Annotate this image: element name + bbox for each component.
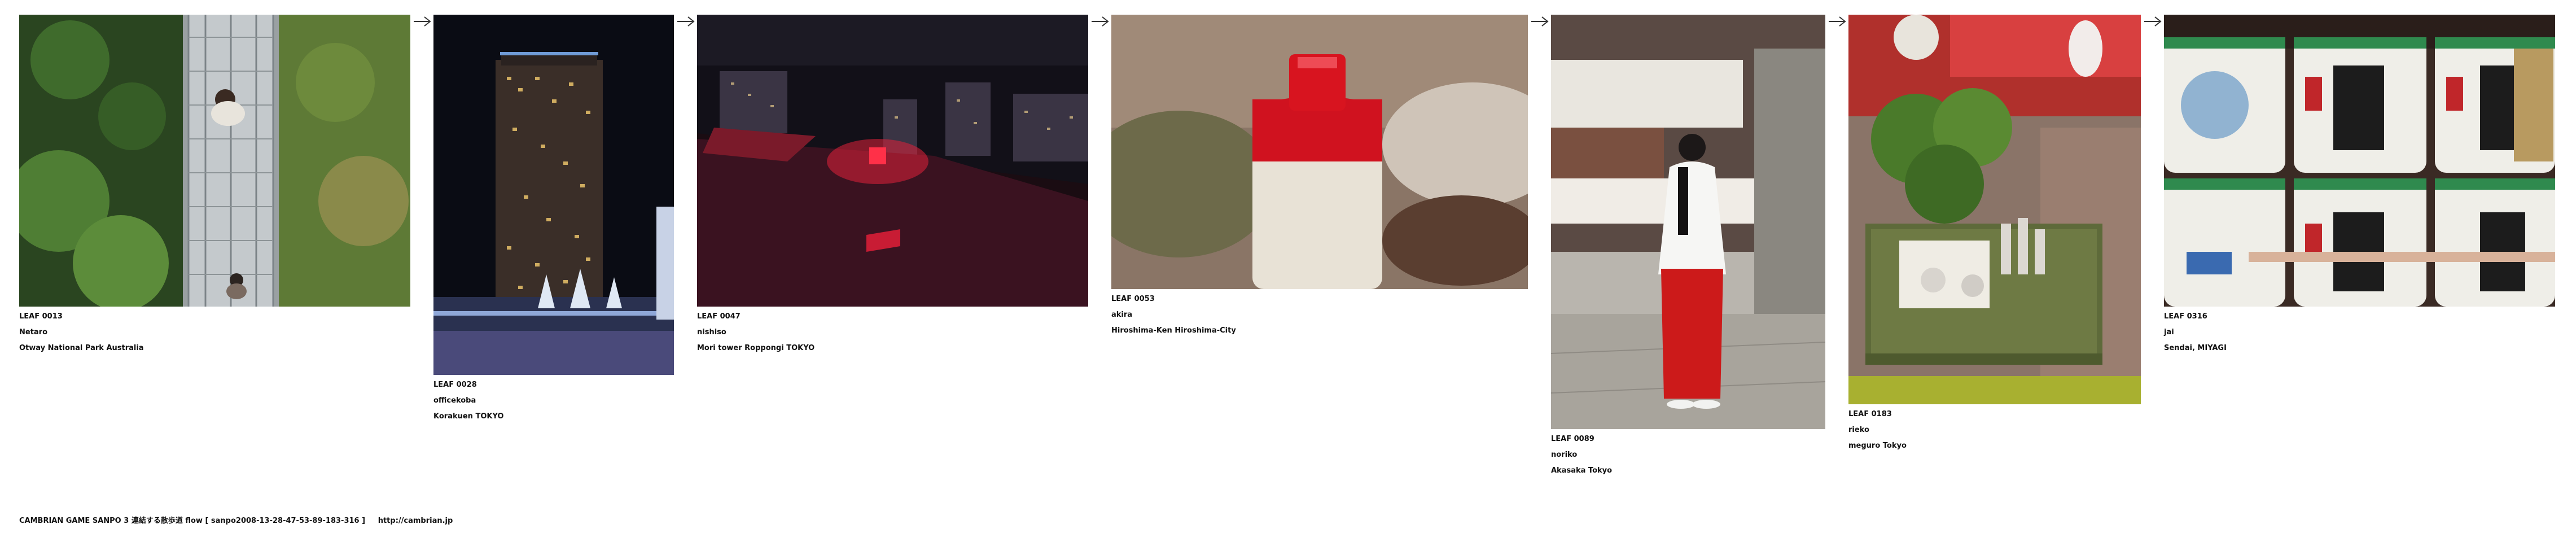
footer-title: CAMBRIAN GAME SANPO 3 連結する散歩道 flow [ san… xyxy=(19,517,366,525)
leaf-id: LEAF 0028 xyxy=(433,381,477,389)
leaf-place: Korakuen TOKYO xyxy=(433,412,504,421)
leaf-id: LEAF 0183 xyxy=(1848,410,1892,418)
leaf-author[interactable]: noriko xyxy=(1551,447,1577,463)
leaf-photo[interactable] xyxy=(19,15,410,307)
leaf-id: LEAF 0013 xyxy=(19,312,63,321)
photo-hotel-tower-night xyxy=(433,15,674,375)
leaf-id: LEAF 0053 xyxy=(1111,295,1155,303)
footer: CAMBRIAN GAME SANPO 3 連結する散歩道 flow [ san… xyxy=(19,514,453,525)
leaf-place: Otway National Park Australia xyxy=(19,344,144,352)
photo-sauce-bottle xyxy=(1111,15,1528,289)
leaf-author[interactable]: akira xyxy=(1111,307,1132,323)
leaf-author[interactable]: nishiso xyxy=(697,325,726,340)
leaf-id: LEAF 0047 xyxy=(697,312,741,321)
photo-suspension-bridge xyxy=(19,15,410,307)
footer-link[interactable]: http://cambrian.jp xyxy=(378,517,453,525)
arrow-right-icon xyxy=(1092,16,1109,27)
leaf-photo[interactable] xyxy=(1111,15,1528,289)
leaf-author[interactable]: jai xyxy=(2164,325,2174,340)
leaf-place: Sendai, MIYAGI xyxy=(2164,344,2227,352)
leaf-photo[interactable] xyxy=(697,15,1088,307)
arrow-right-icon xyxy=(677,16,695,27)
leaf-id: LEAF 0316 xyxy=(2164,312,2207,321)
leaf-author[interactable]: officekoba xyxy=(433,393,476,409)
leaf-photo[interactable] xyxy=(1551,15,1825,429)
leaf-photo[interactable] xyxy=(1848,15,2141,404)
leaf-place: Akasaka Tokyo xyxy=(1551,466,1613,475)
leaf-author[interactable]: rieko xyxy=(1848,422,1869,438)
photo-shrine-offering-cart xyxy=(1848,15,2141,404)
leaf-place: meguro Tokyo xyxy=(1848,442,1907,450)
arrow-right-icon xyxy=(414,16,431,27)
photo-city-night-rooftop xyxy=(697,15,1088,307)
arrow-right-icon xyxy=(1531,16,1549,27)
leaf-photo[interactable] xyxy=(433,15,674,375)
photo-sake-barrels xyxy=(2164,15,2555,307)
arrow-right-icon xyxy=(1829,16,1846,27)
leaf-id: LEAF 0089 xyxy=(1551,435,1594,443)
arrow-right-icon xyxy=(2144,16,2162,27)
leaf-author[interactable]: Netaro xyxy=(19,325,47,340)
leaf-photo[interactable] xyxy=(2164,15,2555,307)
leaf-place: Mori tower Roppongi TOKYO xyxy=(697,344,815,352)
leaf-place: Hiroshima-Ken Hiroshima-City xyxy=(1111,326,1236,335)
photo-shrine-maiden xyxy=(1551,15,1825,429)
